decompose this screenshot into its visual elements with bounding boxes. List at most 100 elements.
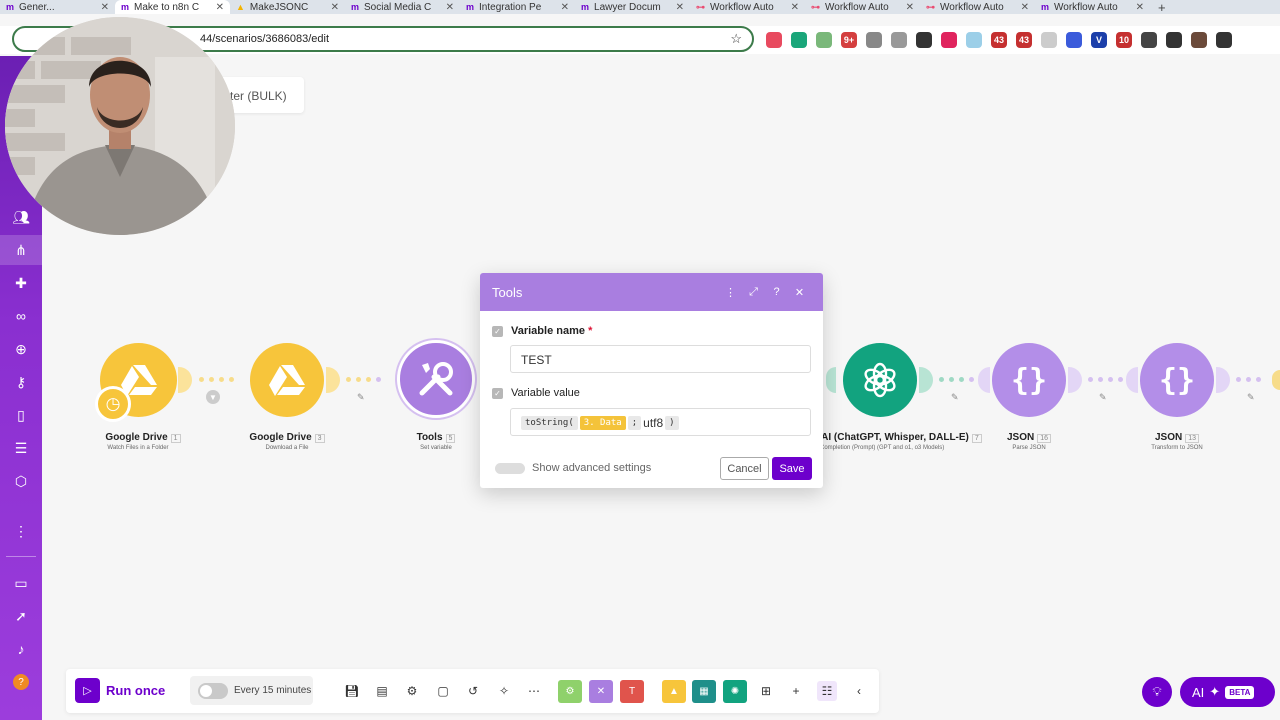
module-json-transform[interactable]: {} <box>1140 343 1214 417</box>
extension-icon[interactable] <box>966 32 982 48</box>
close-icon[interactable]: ✕ <box>331 2 339 13</box>
browser-tab[interactable]: ⊶ Workflow Auto ✕ <box>920 0 1035 14</box>
extension-icon[interactable] <box>1141 32 1157 48</box>
gear-icon[interactable]: ⚙ <box>402 681 422 701</box>
extension-icon[interactable]: 43 <box>1016 32 1032 48</box>
extension-icon[interactable] <box>916 32 932 48</box>
extension-icon[interactable] <box>891 32 907 48</box>
extension-icon[interactable] <box>1191 32 1207 48</box>
browser-tab[interactable]: m Lawyer Docum ✕ <box>575 0 690 14</box>
close-icon[interactable]: ✕ <box>791 2 799 13</box>
clock-trigger-icon[interactable]: ◷ <box>95 386 131 422</box>
auto-align-icon[interactable]: ✧ <box>494 681 514 701</box>
extension-icon[interactable] <box>1166 32 1182 48</box>
collapse-checkbox-icon[interactable]: ✓ <box>492 325 503 337</box>
extension-icon[interactable]: 10 <box>1116 32 1132 48</box>
browser-tab[interactable]: ▲ MakeJSONC ✕ <box>230 0 345 14</box>
scenarios-icon[interactable]: ⋔ <box>0 235 42 265</box>
extension-icon[interactable]: 43 <box>991 32 1007 48</box>
connector-dots[interactable] <box>346 377 381 382</box>
browser-tab[interactable]: m Gener... ✕ <box>0 0 115 14</box>
text-parser-icon[interactable]: T <box>620 680 644 703</box>
docs-icon[interactable]: ▭ <box>0 568 42 598</box>
module-google-drive-download[interactable] <box>250 343 324 417</box>
save-icon[interactable]: 💾︎ <box>342 681 362 701</box>
filter-icon[interactable]: ▼ <box>206 390 220 404</box>
close-icon[interactable]: ✕ <box>101 2 109 13</box>
run-once-button[interactable]: ▷ Run once <box>75 678 165 703</box>
keys-icon[interactable]: ⚷ <box>0 367 42 397</box>
extension-icon[interactable]: 9+ <box>841 32 857 48</box>
data-structures-icon[interactable]: ⬡ <box>0 466 42 496</box>
connections-icon[interactable]: ∞ <box>0 301 42 331</box>
close-icon[interactable]: ✕ <box>561 2 569 13</box>
connector-dots[interactable] <box>939 377 974 382</box>
schedule-toggle[interactable] <box>198 682 228 699</box>
more-icon[interactable]: ⋯ <box>524 681 544 701</box>
extension-icon[interactable]: V <box>1091 32 1107 48</box>
extension-icon[interactable] <box>866 32 882 48</box>
cancel-button[interactable]: Cancel <box>720 457 769 480</box>
close-icon[interactable]: ✕ <box>1021 2 1029 13</box>
templates-icon[interactable]: ✚ <box>0 268 42 298</box>
rocket-icon[interactable]: ➚ <box>0 601 42 631</box>
extension-icon[interactable] <box>1216 32 1232 48</box>
extension-icon[interactable] <box>1066 32 1082 48</box>
devices-icon[interactable]: ▯ <box>0 400 42 430</box>
close-paren-pill[interactable]: ) <box>665 415 679 430</box>
collapse-checkbox-icon[interactable]: ✓ <box>492 387 503 399</box>
extension-icon[interactable] <box>1041 32 1057 48</box>
team-icon[interactable]: 👥︎ <box>0 202 42 232</box>
new-tab-button[interactable]: + <box>1150 0 1174 14</box>
tools-icon[interactable]: ✕ <box>589 680 613 703</box>
close-icon[interactable]: ✕ <box>216 2 224 13</box>
module-json-parse[interactable]: {} <box>992 343 1066 417</box>
notifications-bell-icon[interactable]: ♪ <box>0 634 42 664</box>
help-icon[interactable]: ? <box>0 667 42 697</box>
ai-assistant-button[interactable]: AI ✦ BETA <box>1180 677 1275 707</box>
expand-icon[interactable]: ⤢ <box>742 286 765 299</box>
wrench-icon[interactable]: ✎ <box>357 392 365 403</box>
bookmark-star-icon[interactable]: ☆ <box>730 31 742 47</box>
data-stores-icon[interactable]: ☰ <box>0 433 42 463</box>
function-pill[interactable]: toString( <box>521 415 578 430</box>
more-icon[interactable]: ⋮ <box>0 516 42 546</box>
browser-tab[interactable]: m Workflow Auto ✕ <box>1035 0 1150 14</box>
close-icon[interactable]: ✕ <box>676 2 684 13</box>
mapped-value-pill[interactable]: 3. Data <box>579 415 626 430</box>
help-icon[interactable]: ? <box>765 286 788 298</box>
apps-grid-icon[interactable]: ⊞ <box>756 681 776 701</box>
argument-text[interactable]: utf8 <box>643 416 663 430</box>
module-tools-set-variable[interactable] <box>397 340 475 418</box>
extension-icon[interactable] <box>766 32 782 48</box>
url-text[interactable]: 44/scenarios/3686083/edit <box>200 33 329 45</box>
google-drive-icon[interactable]: ▲ <box>662 680 686 703</box>
more-options-icon[interactable]: ⋮ <box>719 286 742 299</box>
advanced-settings-label[interactable]: Show advanced settings <box>532 462 651 474</box>
wrench-icon[interactable]: ✎ <box>1099 392 1107 403</box>
webhooks-icon[interactable]: ⊕ <box>0 334 42 364</box>
openai-icon[interactable]: ✺ <box>723 680 747 703</box>
checklist-icon[interactable]: ☷ <box>817 681 837 701</box>
scenario-settings-icon[interactable]: ▤ <box>372 681 392 701</box>
connector-dots[interactable] <box>1088 377 1123 382</box>
browser-tab[interactable]: ⊶ Workflow Auto ✕ <box>805 0 920 14</box>
flow-control-icon[interactable]: ⚙ <box>558 680 582 703</box>
module-openai-completion[interactable] <box>843 343 917 417</box>
variable-name-input[interactable]: TEST <box>510 345 811 373</box>
close-icon[interactable]: ✕ <box>906 2 914 13</box>
connector-dots[interactable] <box>1236 377 1261 382</box>
browser-tab-active[interactable]: m Make to n8n C ✕ <box>115 0 230 14</box>
browser-tab[interactable]: ⊶ Workflow Auto ✕ <box>690 0 805 14</box>
undo-icon[interactable]: ↺ <box>463 681 483 701</box>
add-module-icon[interactable]: + <box>786 681 806 701</box>
collapse-chevron-icon[interactable]: ‹ <box>849 681 869 701</box>
connector-dots[interactable] <box>199 377 234 382</box>
browser-tab[interactable]: m Social Media C ✕ <box>345 0 460 14</box>
variable-value-input[interactable]: toString(3. Data; utf8) <box>510 408 811 436</box>
lightbulb-icon[interactable]: 💡︎ <box>1142 677 1172 707</box>
wrench-icon[interactable]: ✎ <box>1247 392 1255 403</box>
browser-tab[interactable]: m Integration Pe ✕ <box>460 0 575 14</box>
extension-icon[interactable] <box>816 32 832 48</box>
notes-icon[interactable]: ▢ <box>433 681 453 701</box>
